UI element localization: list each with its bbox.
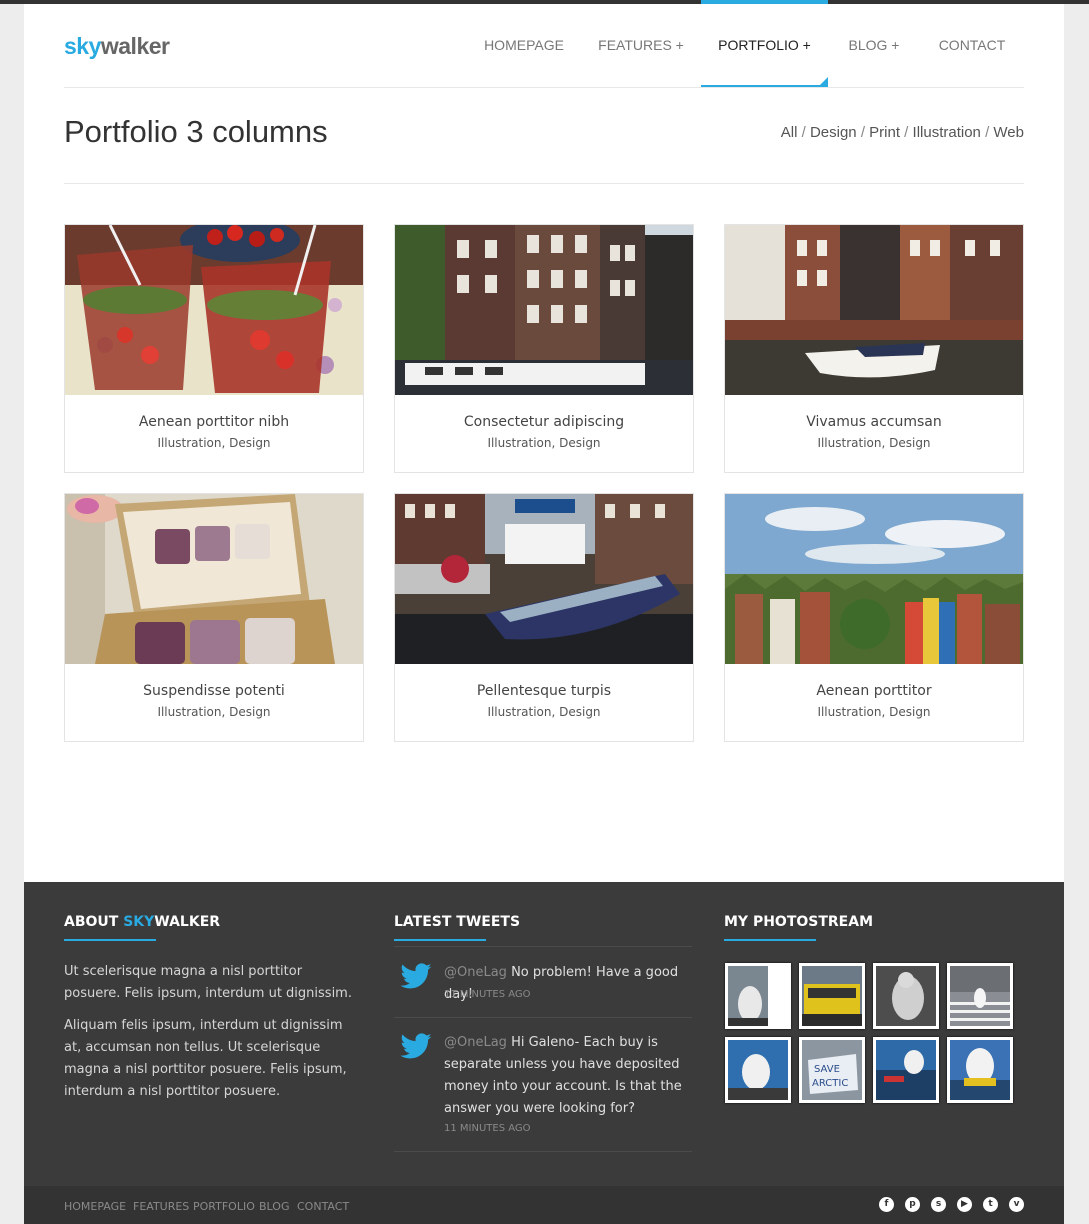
photostream-thumb-yellow-bus[interactable] [799,963,865,1029]
photostream-thumb-harbor[interactable] [873,1037,939,1103]
footer-nav-contact[interactable]: CONTACT [297,1200,349,1213]
portfolio-tags: Illustration, Design [157,705,271,719]
portfolio-tags: Illustration, Design [817,705,931,719]
page-container: skywalker HOMEPAGE FEATURES + PORTFOLIO … [24,0,1064,882]
portfolio-card[interactable]: Vivamus accumsan Illustration, Design [724,224,1024,473]
footer-nav-blog[interactable]: BLOG [259,1200,289,1213]
tweet-timestamp[interactable]: 11 MINUTES AGO [444,1123,531,1134]
filter-web[interactable]: Web [993,124,1024,141]
about-paragraph-2: Aliquam felis ipsum, interdum ut digniss… [64,1018,347,1099]
nav-blog[interactable]: BLOG + [844,4,904,87]
filter-print[interactable]: Print [869,124,900,141]
heading-underline [64,939,156,941]
portfolio-title[interactable]: Aenean porttitor [725,683,1023,699]
portfolio-title[interactable]: Suspendisse potenti [65,683,363,699]
portfolio-tags: Illustration, Design [487,436,601,450]
portfolio-card[interactable]: Aenean porttitor nibh Illustration, Desi… [64,224,364,473]
facebook-icon[interactable]: f [879,1197,894,1212]
svg-text:SAVE: SAVE [814,1064,840,1075]
footer-nav-portfolio[interactable]: PORTFOLIO [193,1200,255,1213]
main-nav: HOMEPAGE FEATURES + PORTFOLIO + BLOG + C… [24,0,1064,88]
tweet-item: @OneLag No problem! Have a good day! 11 … [394,947,692,1018]
heading-underline [394,939,486,941]
portfolio-tags: Illustration, Design [817,436,931,450]
portfolio-title[interactable]: Vivamus accumsan [725,414,1023,430]
portfolio-filters: All / Design / Print / Illustration / We… [780,124,1024,141]
tweet-user-link[interactable]: @OneLag [444,965,507,980]
portfolio-card[interactable]: Aenean porttitor Illustration, Design [724,493,1024,742]
portfolio-title[interactable]: Pellentesque turpis [395,683,693,699]
filter-design[interactable]: Design [810,124,857,141]
nav-features[interactable]: FEATURES + [596,4,686,87]
divider [64,183,1024,184]
svg-text:ARCTIC: ARCTIC [812,1078,848,1089]
pinterest-icon[interactable]: p [905,1197,920,1212]
footer-heading-photostream: MY PHOTOSTREAM [724,914,874,930]
twitter-bird-icon [398,1033,434,1065]
skype-icon[interactable]: s [931,1197,946,1212]
portfolio-image-canal-boat[interactable] [725,225,1023,395]
portfolio-title[interactable]: Consectetur adipiscing [395,414,693,430]
portfolio-image-drinks[interactable] [65,225,363,395]
page-title: Portfolio 3 columns [64,114,328,149]
filter-illustration[interactable]: Illustration [913,124,981,141]
nav-portfolio-label: PORTFOLIO + [718,37,811,53]
photostream-thumb-bear-boat[interactable] [947,1037,1013,1103]
portfolio-card[interactable]: Pellentesque turpis Illustration, Design [394,493,694,742]
photostream-thumb-save-arctic-sign[interactable]: SAVE ARCTIC [799,1037,865,1103]
filter-all[interactable]: All [781,124,798,141]
tweet-item: @OneLag Hi Galeno- Each buy is separate … [394,1017,692,1152]
nav-homepage[interactable]: HOMEPAGE [481,4,567,87]
portfolio-card[interactable]: Consectetur adipiscing Illustration, Des… [394,224,694,473]
portfolio-tags: Illustration, Design [487,705,601,719]
portfolio-image-canal-houses[interactable] [395,225,693,395]
nav-portfolio[interactable]: PORTFOLIO + [701,0,828,87]
nav-contact[interactable]: CONTACT [934,4,1010,87]
portfolio-image-city-skyline[interactable] [725,494,1023,664]
divider [64,87,1024,88]
twitter-bird-icon [398,963,434,995]
portfolio-tags: Illustration, Design [157,436,271,450]
tweet-text: @OneLag Hi Galeno- Each buy is separate … [444,1035,682,1116]
portfolio-card[interactable]: Suspendisse potenti Illustration, Design [64,493,364,742]
footer: ABOUT SKYWALKER Ut scelerisque magna a n… [24,882,1064,1186]
photostream-thumb-polar-bear-sky[interactable] [725,1037,791,1103]
heading-underline [724,939,816,941]
portfolio-title[interactable]: Aenean porttitor nibh [65,414,363,430]
twitter-icon[interactable]: t [983,1197,998,1212]
tweet-timestamp[interactable]: 11 MINUTES AGO [444,989,531,1000]
about-paragraph-1: Ut scelerisque magna a nisl porttitor po… [64,964,352,1001]
photostream-thumb-bear-sculpture[interactable] [873,963,939,1029]
photostream-thumb-crosswalk[interactable] [947,963,1013,1029]
footer-nav-homepage[interactable]: HOMEPAGE [64,1200,126,1213]
footer-heading-about: ABOUT SKYWALKER [64,914,221,930]
footer-nav-features[interactable]: FEATURES [133,1200,189,1213]
tweet-user-link[interactable]: @OneLag [444,1035,507,1050]
footer-heading-tweets: LATEST TWEETS [394,914,521,930]
footer-bottom-bar: HOMEPAGE FEATURES PORTFOLIO BLOG CONTACT… [24,1186,1064,1224]
youtube-icon[interactable]: ▶ [957,1197,972,1212]
portfolio-image-eyeshadow-palette[interactable] [65,494,363,664]
photostream-thumb-polar-bear-statue[interactable] [725,963,791,1029]
vimeo-icon[interactable]: v [1009,1197,1024,1212]
active-corner-marker [820,77,828,85]
portfolio-image-tour-boat[interactable] [395,494,693,664]
